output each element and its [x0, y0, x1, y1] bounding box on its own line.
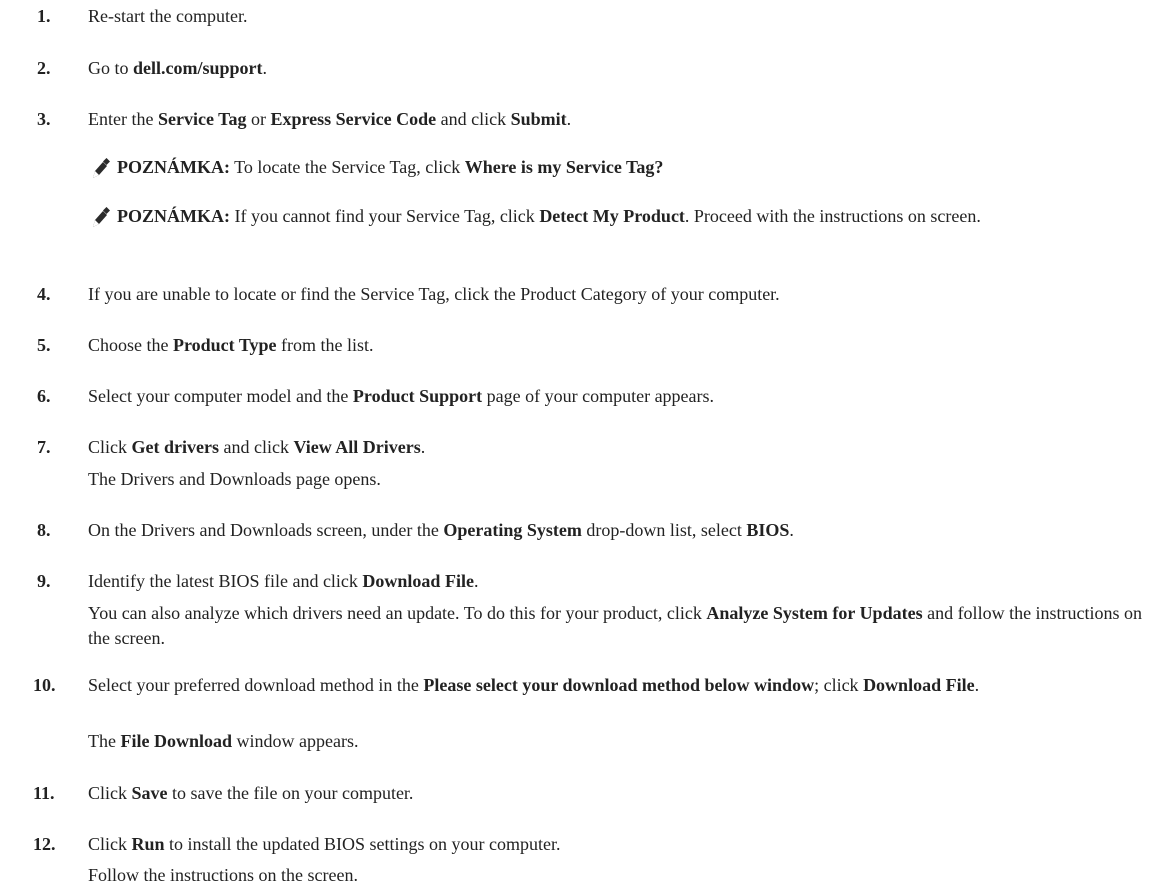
text-run: Follow the instructions on the screen.: [88, 865, 358, 885]
bold-run: File Download: [120, 731, 232, 751]
bold-run: Operating System: [443, 520, 582, 540]
bold-run: POZNÁMKA:: [117, 206, 230, 226]
text-run: Go to: [88, 58, 133, 78]
step-12-continuation: Follow the instructions on the screen.: [88, 864, 1151, 887]
text-run: To locate the Service Tag, click: [229, 157, 465, 177]
step-number: 5.: [37, 335, 51, 355]
step-number: 10.: [33, 675, 56, 695]
bold-run: POZNÁMKA:: [117, 157, 230, 177]
text-run: to install the updated BIOS settings on …: [164, 834, 561, 854]
text-run: .: [473, 571, 479, 591]
step-text: Identify the latest BIOS file and click …: [88, 570, 1151, 593]
text-run: Select your preferred download method in…: [88, 675, 424, 695]
step-number: 4.: [37, 284, 51, 304]
bold-run: Run: [131, 834, 165, 854]
step-text: Re-start the computer.: [88, 5, 1151, 28]
step-text: Go to dell.com/support.: [88, 57, 1151, 80]
bold-run: Save: [131, 783, 168, 803]
text-run: If you cannot find your Service Tag, cli…: [229, 206, 540, 226]
bold-run: BIOS: [746, 520, 790, 540]
note-text: POZNÁMKA: To locate the Service Tag, cli…: [117, 156, 1151, 179]
text-run: and click: [436, 109, 511, 129]
text-run: Select your computer model and the: [88, 386, 353, 406]
text-run: page of your computer appears.: [482, 386, 715, 406]
bold-run: Service Tag: [157, 109, 247, 129]
bold-run: Product Support: [352, 386, 483, 406]
bold-run: Download File: [863, 675, 975, 695]
text-run: .: [789, 520, 794, 540]
step-number: 11.: [33, 783, 55, 803]
text-run: .: [974, 675, 980, 695]
text-run: Re-start the computer.: [88, 6, 248, 26]
bold-run: dell.com/support: [133, 58, 263, 78]
text-run: ; click: [814, 675, 864, 695]
text-run: window appears.: [232, 731, 359, 751]
text-run: Click: [88, 437, 132, 457]
bold-run: Get drivers: [131, 437, 219, 457]
text-run: .: [262, 58, 268, 78]
bold-run: Submit: [510, 109, 567, 129]
text-run: and click: [218, 437, 294, 457]
bold-run: Detect My Product: [539, 206, 685, 226]
text-run: . Proceed with the instructions on scree…: [684, 206, 981, 226]
step-text: Click Run to install the updated BIOS se…: [88, 833, 1151, 856]
step-number: 2.: [37, 58, 51, 78]
step-number: 3.: [37, 109, 51, 129]
step-number: 1.: [37, 6, 51, 26]
text-run: to save the file on your computer.: [167, 783, 414, 803]
step-text: Click Save to save the file on your comp…: [88, 782, 1151, 805]
step-number: 8.: [37, 520, 51, 540]
note-pencil-icon: [93, 158, 110, 178]
step-text: Select your computer model and the Produ…: [88, 385, 1151, 408]
text-run: The Drivers and Downloads page opens.: [88, 469, 381, 489]
bold-run: Express Service Code: [270, 109, 437, 129]
bold-run: Product Type: [173, 335, 277, 355]
text-run: Choose the: [88, 335, 173, 355]
text-run: Click: [88, 783, 132, 803]
bold-run: Analyze System for Updates: [706, 603, 923, 623]
text-run: drop-down list, select: [581, 520, 747, 540]
step-number: 12.: [33, 834, 56, 854]
text-run: Identify the latest BIOS file and click: [88, 571, 363, 591]
step-number: 6.: [37, 386, 51, 406]
text-run: .: [566, 109, 572, 129]
text-run: On the Drivers and Downloads screen, und…: [88, 520, 444, 540]
bold-run: Please select your download method below…: [423, 675, 815, 695]
step-text: Select your preferred download method in…: [88, 673, 1151, 698]
step-10-continuation: The File Download window appears.: [88, 730, 1151, 753]
note-text: POZNÁMKA: If you cannot find your Servic…: [88, 205, 1151, 228]
step-text: Click Get drivers and click View All Dri…: [88, 436, 1151, 459]
step-9-continuation: You can also analyze which drivers need …: [88, 601, 1151, 651]
step-number: 9.: [37, 571, 51, 591]
text-run: Enter the: [88, 109, 158, 129]
step-7-continuation: The Drivers and Downloads page opens.: [88, 468, 1151, 491]
step-text: On the Drivers and Downloads screen, und…: [88, 519, 1151, 542]
step-text: Choose the Product Type from the list.: [88, 334, 1151, 357]
step-text: Enter the Service Tag or Express Service…: [88, 108, 1151, 131]
text-run: from the list.: [276, 335, 374, 355]
bold-run: View All Drivers: [293, 437, 421, 457]
step-number: 7.: [37, 437, 51, 457]
page: { "steps": [ {"n": "1.", "parts": [{"t":…: [0, 0, 1163, 895]
text-run: If you are unable to locate or find the …: [88, 284, 780, 304]
bold-run: Download File: [362, 571, 474, 591]
bold-run: Where is my Service Tag?: [464, 157, 664, 177]
text-run: You can also analyze which drivers need …: [88, 603, 707, 623]
text-run: .: [420, 437, 426, 457]
text-run: Click: [88, 834, 132, 854]
step-text: If you are unable to locate or find the …: [88, 283, 1151, 306]
text-run: The: [88, 731, 121, 751]
text-run: or: [246, 109, 271, 129]
